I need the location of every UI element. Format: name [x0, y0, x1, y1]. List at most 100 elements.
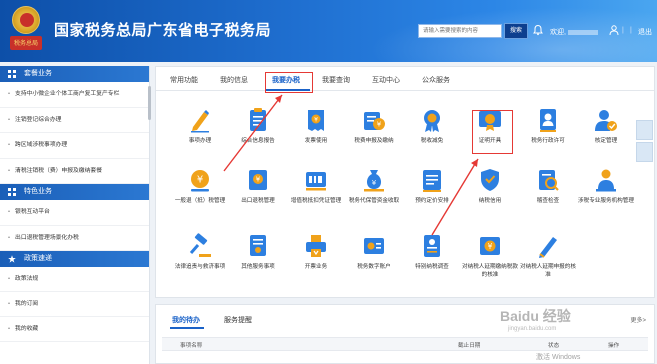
person-check-icon	[595, 110, 617, 131]
tile-other-services[interactable]: 其他服务事项	[228, 233, 288, 287]
user-icon[interactable]	[608, 24, 620, 36]
sidebar-item[interactable]: 清税注销税（费）申报及缴纳套餐	[0, 159, 149, 184]
welcome-text: 欢迎,	[550, 27, 598, 37]
medal-icon	[424, 110, 440, 132]
export-refund-icon: ¥	[249, 170, 267, 190]
tile-label: 其他服务事项	[241, 264, 275, 270]
tile-pricing-arrangement[interactable]: 预约定价安排	[402, 167, 462, 221]
sidebar-section-featured[interactable]: 特色业务	[0, 184, 149, 200]
tab-common[interactable]: 常用功能	[170, 75, 198, 85]
report-icon	[424, 235, 440, 257]
svg-text:¥: ¥	[314, 117, 318, 124]
tile-invoice-use[interactable]: ¥ 发票使用	[286, 107, 346, 161]
username-redacted	[567, 29, 598, 35]
sidebar-item[interactable]: 跨区域涉税事项办理	[0, 133, 149, 159]
tile-info-report[interactable]: 综合信息报告	[228, 107, 288, 161]
column-header: 状态	[548, 343, 560, 349]
tab-service-reminder[interactable]: 服务提醒	[224, 315, 252, 325]
sidebar: 套餐业务 支持中小微企业个体工商户复工复产专栏 注销登记综合办理 跨区域涉税事项…	[0, 66, 150, 364]
tab-interaction[interactable]: 互动中心	[372, 75, 400, 85]
sidebar-scrollbar[interactable]	[148, 86, 151, 120]
tab-query[interactable]: 我要查询	[322, 75, 350, 85]
tab-public-service[interactable]: 公众服务	[422, 75, 450, 85]
tile-tax-credit[interactable]: 纳税信用	[460, 167, 520, 221]
header-divider: |	[622, 27, 624, 34]
tile-admin-license[interactable]: 税务行政许可	[518, 107, 578, 161]
tile-label: 税务代保管资金收取	[348, 198, 400, 204]
tab-bar: 常用功能 我的信息 我要办税 我要查询 互动中心 公众服务	[156, 67, 654, 91]
tile-general-refund[interactable]: ¥ 一般退（抵）税管理	[170, 167, 230, 221]
svg-text:¥: ¥	[256, 176, 261, 184]
tile-verification-management[interactable]: 核定管理	[576, 107, 636, 161]
voucher-icon	[306, 172, 326, 191]
todo-table-header: 事项名称 截止日期 状态 操作	[162, 337, 648, 351]
tile-label: 对纳税人延期缴纳税款的核准	[462, 264, 518, 278]
tile-export-refund[interactable]: ¥ 出口退税管理	[228, 167, 288, 221]
team-icon	[596, 169, 616, 192]
tile-label: 特别纳税调查	[415, 264, 449, 270]
search-doc-icon	[539, 170, 559, 191]
tile-label: 税务行政许可	[531, 138, 565, 144]
search-input[interactable]	[418, 24, 502, 38]
sidebar-item[interactable]: 银税互动平台	[0, 200, 149, 226]
tile-label: 稽查检查	[536, 198, 560, 204]
column-header: 事项名称	[180, 343, 203, 349]
tile-delay-declaration[interactable]: 对纳税人延期申报的核准	[518, 233, 578, 287]
tile-tax-relief[interactable]: 税收减免	[402, 107, 462, 161]
tile-label: 核定管理	[594, 138, 618, 144]
delay-declare-icon	[539, 237, 557, 258]
active-tab-indicator	[170, 327, 204, 329]
tile-label: 法律追责与救济事项	[174, 264, 226, 270]
chat-bubble-icon[interactable]	[636, 120, 653, 140]
search-button[interactable]: 搜索	[504, 23, 528, 39]
logout-link[interactable]: 退出	[638, 27, 652, 37]
tile-custody-funds[interactable]: ¥ 税务代保管资金收取	[344, 167, 404, 221]
badge-icon	[540, 109, 556, 132]
tile-label: 一般退（抵）税管理	[174, 198, 226, 204]
windows-activation-text: 激活 Windows	[536, 354, 581, 361]
svg-text:¥: ¥	[488, 242, 493, 251]
tile-digital-account[interactable]: 税务数字账户	[344, 233, 404, 287]
sidebar-item[interactable]: 支持中小微企业个体工商户复工复产专栏	[0, 82, 149, 108]
tile-delay-payment[interactable]: ¥ 对纳税人延期缴纳税款的核准	[460, 233, 520, 287]
sidebar-section-policy[interactable]: 政策速递	[0, 251, 149, 267]
tile-label: 出口退税管理	[241, 198, 275, 204]
svg-text:¥: ¥	[197, 175, 203, 186]
tile-label: 税收减免	[420, 138, 444, 144]
sidebar-item[interactable]: 我的收藏	[0, 317, 149, 342]
tax-declare-icon: ¥	[364, 112, 385, 130]
clipboard-icon	[250, 108, 266, 131]
tile-label: 纳税信用	[478, 198, 502, 204]
notification-icon[interactable]	[532, 24, 544, 36]
tile-special-investigation[interactable]: 特别纳税调查	[402, 233, 462, 287]
tile-vat-voucher[interactable]: 增值税抵扣凭证管理	[286, 167, 346, 221]
sidebar-item[interactable]: 我的订阅	[0, 292, 149, 317]
annotation-box-certificate	[472, 110, 513, 154]
svg-text:¥: ¥	[372, 179, 377, 187]
header-divider: |	[630, 27, 632, 34]
main-panel: 常用功能 我的信息 我要办税 我要查询 互动中心 公众服务 事项办理 综合信息报…	[155, 66, 655, 298]
tile-inspection[interactable]: 稽查检查	[518, 167, 578, 221]
tile-item-handling[interactable]: 事项办理	[170, 107, 230, 161]
gavel-icon	[189, 233, 211, 257]
tile-label: 预约定价安排	[415, 198, 449, 204]
sidebar-item[interactable]: 注销登记综合办理	[0, 108, 149, 133]
sidebar-item[interactable]: 政策法规	[0, 267, 149, 292]
tile-agency-management[interactable]: 涉税专业服务机构管理	[576, 167, 636, 221]
tile-legal-remedy[interactable]: 法律追责与救济事项	[170, 233, 230, 287]
tab-my-info[interactable]: 我的信息	[220, 75, 248, 85]
invoice-icon: ¥	[308, 110, 324, 131]
tile-invoicing[interactable]: 开票业务	[286, 233, 346, 287]
more-link[interactable]: 更多>	[630, 315, 646, 324]
sidebar-section-packages[interactable]: 套餐业务	[0, 66, 149, 82]
sidebar-item[interactable]: 出口退税管理场景化办税	[0, 226, 149, 251]
tab-my-todo[interactable]: 我的待办	[172, 315, 200, 325]
grid-icon	[8, 70, 16, 78]
grid-icon	[8, 188, 16, 196]
chevron-up-icon[interactable]	[636, 142, 653, 162]
tile-tax-declare[interactable]: ¥ 税费申报及缴纳	[344, 107, 404, 161]
shield-icon	[481, 169, 499, 191]
service-doc-icon	[250, 235, 266, 256]
tile-label: 开票业务	[304, 264, 328, 270]
star-icon	[8, 255, 16, 263]
